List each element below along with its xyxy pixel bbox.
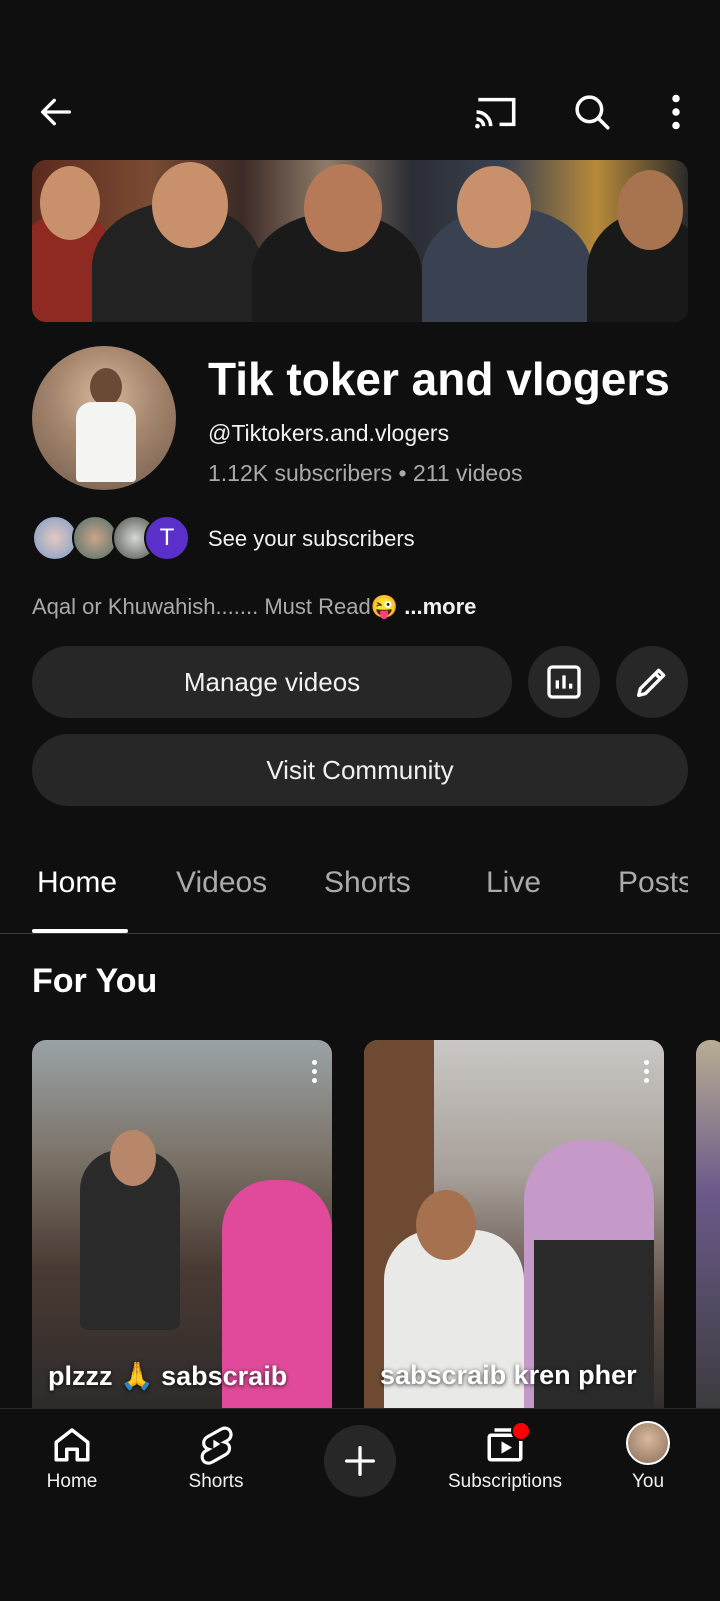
analytics-icon: [547, 665, 581, 699]
more-vert-icon[interactable]: [652, 88, 700, 136]
visit-community-button[interactable]: Visit Community: [32, 734, 688, 806]
tab-live[interactable]: Live: [486, 866, 541, 900]
description-text: Aqal or Khuwahish....... Must Read😜: [32, 594, 399, 619]
channel-handle: @Tiktokers.and.vlogers: [208, 420, 450, 446]
tab-videos[interactable]: Videos: [176, 866, 267, 900]
edit-channel-button[interactable]: [616, 646, 688, 718]
back-arrow-icon[interactable]: [32, 88, 80, 136]
nav-subscriptions-label: Subscriptions: [447, 1471, 563, 1492]
bottom-nav: Home Shorts Subscriptions You: [0, 1408, 720, 1601]
profile-avatar: [626, 1421, 670, 1465]
plus-icon: [345, 1446, 375, 1476]
channel-banner: [32, 160, 688, 322]
home-icon: [54, 1428, 90, 1462]
card-menu-icon[interactable]: [644, 1060, 650, 1084]
nav-shorts[interactable]: Shorts: [180, 1423, 252, 1493]
pencil-icon: [637, 668, 666, 697]
create-button[interactable]: [324, 1425, 396, 1497]
card-title: sabscraib kren pher: [380, 1360, 637, 1390]
nav-home[interactable]: Home: [40, 1423, 104, 1493]
shorts-card-partial[interactable]: [696, 1040, 720, 1420]
cast-icon[interactable]: [472, 88, 520, 136]
tab-shorts[interactable]: Shorts: [324, 866, 411, 900]
tab-home[interactable]: Home: [37, 866, 117, 900]
tab-posts[interactable]: Posts: [618, 866, 688, 899]
manage-videos-button[interactable]: Manage videos: [32, 646, 512, 718]
shorts-card[interactable]: plzzz 🙏 sabscraib: [32, 1040, 332, 1420]
channel-avatar[interactable]: [32, 346, 176, 490]
stats-separator: •: [398, 460, 407, 486]
card-menu-icon[interactable]: [312, 1060, 318, 1084]
tabs-divider: [0, 933, 720, 934]
analytics-button[interactable]: [528, 646, 600, 718]
nav-you-label: You: [631, 1471, 665, 1492]
subscriptions-icon: [483, 1421, 531, 1465]
subscriber-initial-avatar[interactable]: T: [144, 515, 190, 561]
nav-you[interactable]: You: [618, 1421, 678, 1493]
tab-posts-wrap: Posts: [618, 866, 688, 900]
nav-home-label: Home: [46, 1471, 98, 1492]
shorts-card[interactable]: sabscraib kren pher: [364, 1040, 664, 1420]
card-title: plzzz 🙏 sabscraib: [48, 1361, 288, 1391]
more-link[interactable]: ...more: [404, 594, 476, 619]
subscriber-count: 1.12K subscribers: [208, 460, 393, 486]
channel-stats: 1.12K subscribers • 211 videos: [208, 460, 522, 487]
channel-description[interactable]: Aqal or Khuwahish....... Must Read😜 ...m…: [32, 594, 476, 620]
notification-dot: [511, 1421, 531, 1441]
see-subscribers-link[interactable]: See your subscribers: [208, 526, 415, 552]
section-title: For You: [32, 962, 158, 1000]
channel-title: Tik toker and vlogers: [208, 353, 670, 405]
shorts-icon: [200, 1426, 233, 1465]
search-icon[interactable]: [568, 88, 616, 136]
nav-shorts-label: Shorts: [188, 1471, 244, 1492]
nav-subscriptions[interactable]: Subscriptions: [440, 1421, 570, 1493]
video-count: 211 videos: [412, 460, 523, 486]
